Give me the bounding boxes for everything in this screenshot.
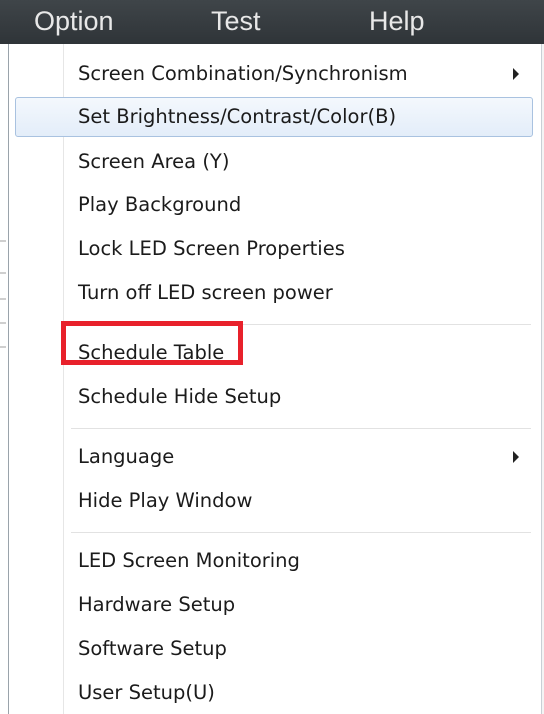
chevron-right-icon [513, 68, 519, 80]
menu-separator [71, 532, 531, 533]
menu-item-schedule-hide-setup[interactable]: Schedule Hide Setup [15, 377, 533, 417]
menu-item-lock-led-screen[interactable]: Lock LED Screen Properties [15, 229, 533, 269]
menu-item-label: LED Screen Monitoring [78, 549, 300, 572]
menu-item-led-screen-monitoring[interactable]: LED Screen Monitoring [15, 541, 533, 581]
menu-item-label: Language [78, 445, 175, 468]
menu-item-label: Screen Area (Y) [78, 150, 230, 173]
menu-item-label: Software Setup [78, 637, 227, 660]
menu-item-label: Lock LED Screen Properties [78, 237, 345, 260]
menu-separator [71, 428, 531, 429]
menu-test[interactable]: Test [211, 6, 261, 37]
menu-item-hardware-setup[interactable]: Hardware Setup [15, 585, 533, 625]
menu-item-software-setup[interactable]: Software Setup [15, 629, 533, 669]
option-dropdown-menu: Screen Combination/Synchronism Set Brigh… [8, 44, 542, 714]
menu-item-schedule-table[interactable]: Schedule Table [15, 333, 533, 373]
menu-item-hide-play-window[interactable]: Hide Play Window [15, 481, 533, 521]
menu-item-label: Hardware Setup [78, 593, 236, 616]
menu-item-label: Play Background [78, 193, 242, 216]
background-window-edge [0, 44, 8, 714]
menu-item-turn-off-power[interactable]: Turn off LED screen power [15, 273, 533, 313]
menu-item-label: Turn off LED screen power [78, 281, 333, 304]
app-window: Option Test Help Screen Combination/Sync… [0, 0, 544, 714]
menu-item-screen-combination[interactable]: Screen Combination/Synchronism [15, 54, 533, 94]
menu-help[interactable]: Help [369, 6, 425, 37]
edge-mark [0, 272, 6, 274]
menu-item-label: Schedule Table [78, 341, 225, 364]
menu-item-screen-area[interactable]: Screen Area (Y) [15, 142, 533, 182]
menu-option[interactable]: Option [34, 6, 114, 37]
menu-item-language[interactable]: Language [15, 437, 533, 477]
menu-bar: Option Test Help [0, 0, 544, 44]
menu-item-label: User Setup(U) [78, 681, 215, 704]
edge-mark [0, 322, 6, 324]
menu-item-label: Set Brightness/Contrast/Color(B) [78, 105, 397, 128]
menu-item-label: Screen Combination/Synchronism [78, 62, 408, 85]
edge-mark [0, 240, 6, 242]
menu-item-user-setup[interactable]: User Setup(U) [15, 673, 533, 713]
edge-mark [0, 346, 6, 348]
menu-separator [71, 324, 531, 325]
menu-item-label: Schedule Hide Setup [78, 385, 282, 408]
chevron-right-icon [513, 451, 519, 463]
menu-item-play-background[interactable]: Play Background [15, 185, 533, 225]
edge-mark [0, 298, 6, 300]
menu-item-label: Hide Play Window [78, 489, 253, 512]
menu-item-set-brightness[interactable]: Set Brightness/Contrast/Color(B) [15, 97, 533, 137]
